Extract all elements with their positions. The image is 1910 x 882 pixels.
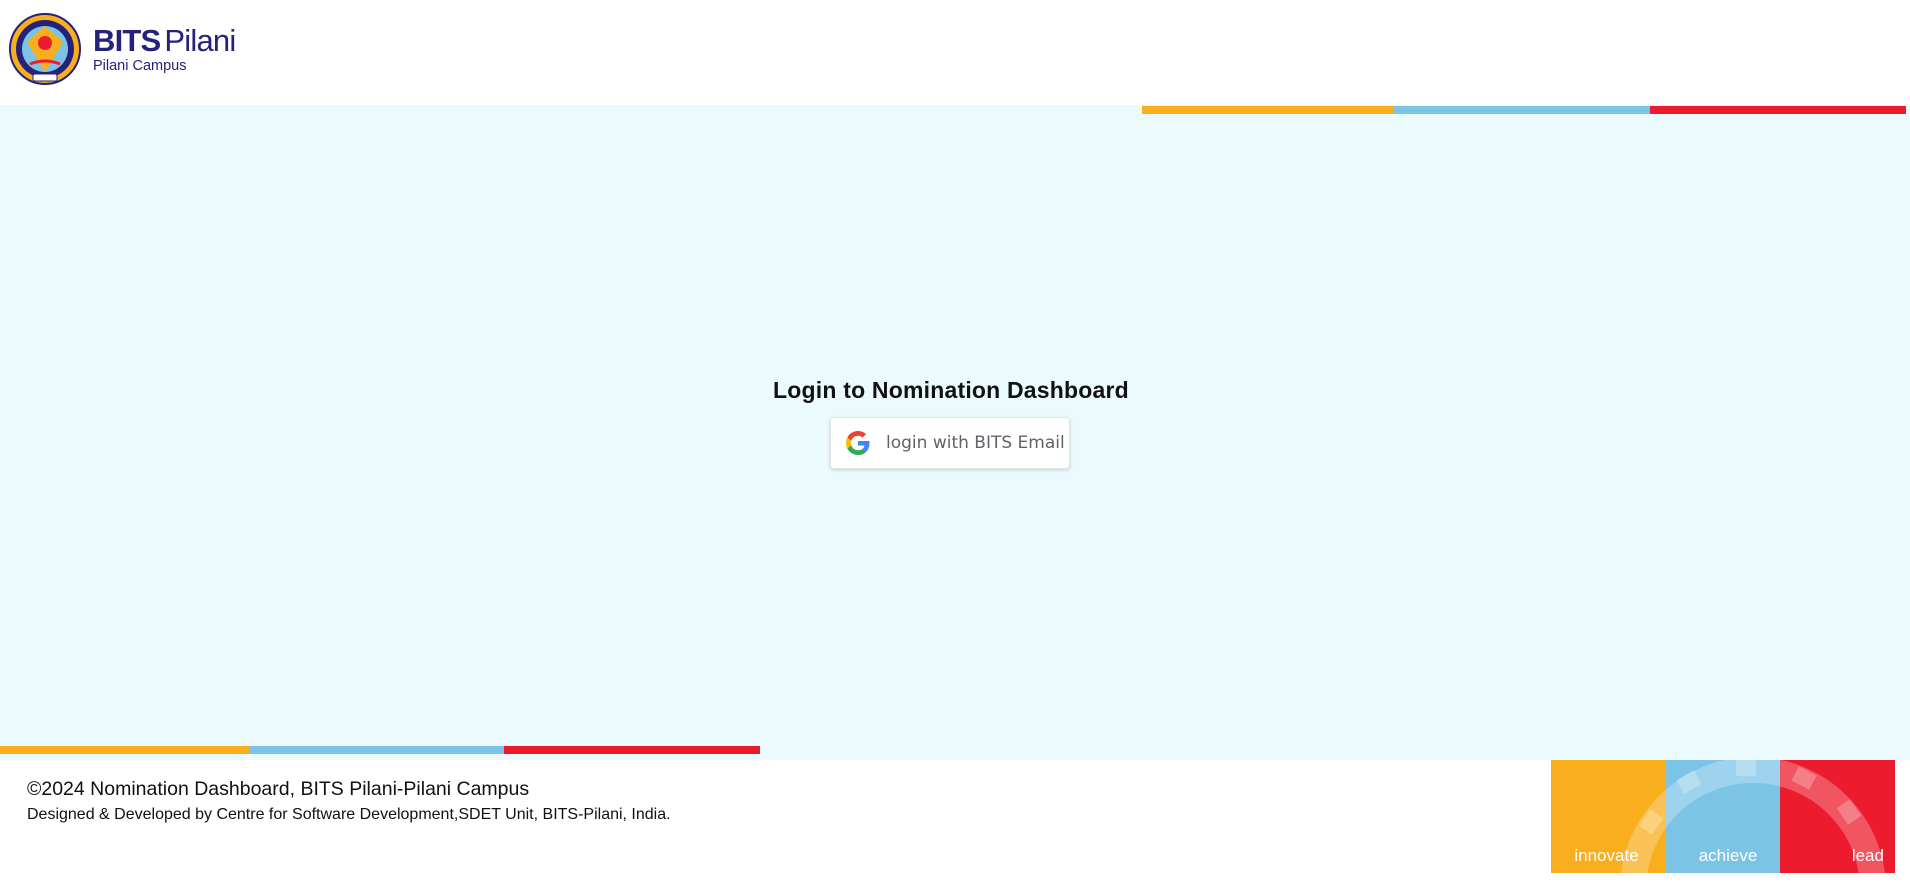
google-login-button[interactable]: login with BITS Email <box>830 417 1070 469</box>
brand-primary: BITS <box>93 22 161 58</box>
main-content: Login to Nomination Dashboard login with… <box>0 105 1910 760</box>
google-g-icon <box>846 431 870 455</box>
login-title: Login to Nomination Dashboard <box>773 377 1129 403</box>
stripe-blue <box>1394 106 1650 114</box>
stripe-red <box>1650 106 1906 114</box>
stripe-blue <box>249 746 504 754</box>
header: BITS Pilani Pilani Campus <box>0 0 1910 105</box>
logo-text: BITS Pilani Pilani Campus <box>93 22 236 74</box>
footer-credit: Designed & Developed by Centre for Softw… <box>27 806 671 823</box>
campus-name: Pilani Campus <box>93 57 187 74</box>
bits-pilani-seal-icon <box>9 13 81 85</box>
tagline-achieve: achieve <box>1665 760 1781 873</box>
footer-copyright: ©2024 Nomination Dashboard, BITS Pilani-… <box>27 778 530 800</box>
main-color-stripe <box>0 746 760 754</box>
google-login-label: login with BITS Email <box>886 433 1065 453</box>
tagline-innovate-label: innovate <box>1574 846 1639 865</box>
tagline-lead: lead <box>1780 760 1895 873</box>
footer: ©2024 Nomination Dashboard, BITS Pilani-… <box>0 760 1910 882</box>
tagline-innovate: innovate <box>1551 760 1666 873</box>
stripe-yellow <box>1142 106 1394 114</box>
page: BITS Pilani Pilani Campus Login to Nomina… <box>0 0 1910 882</box>
header-color-stripe <box>1142 106 1906 114</box>
logo-brand: BITS Pilani <box>93 22 236 58</box>
brand-secondary: Pilani <box>164 22 236 58</box>
bits-pilani-logo[interactable]: BITS Pilani Pilani Campus <box>8 12 236 88</box>
tagline-lead-label: lead <box>1851 846 1884 865</box>
stripe-yellow <box>0 746 249 754</box>
stripe-red <box>504 746 760 754</box>
tagline-achieve-label: achieve <box>1698 846 1758 865</box>
tagline-banner: innovate achieve lead <box>1551 760 1895 873</box>
